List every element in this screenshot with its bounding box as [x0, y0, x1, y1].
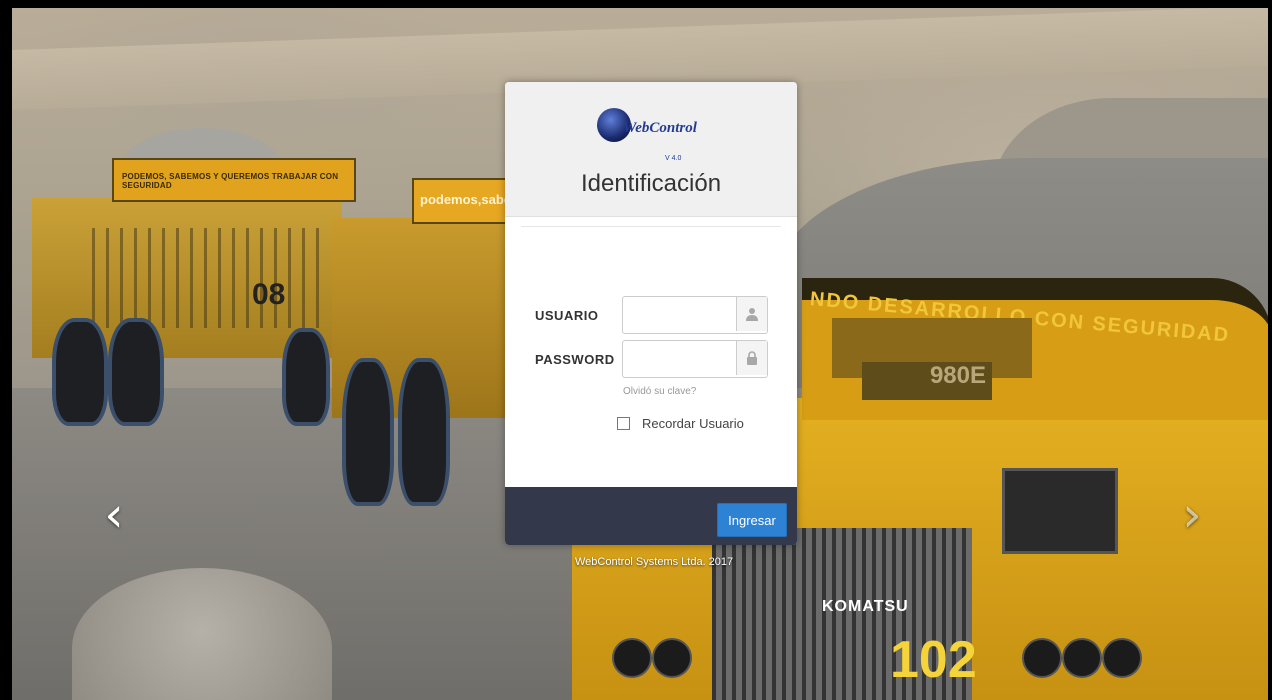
password-input[interactable]	[623, 341, 736, 375]
username-field-group	[622, 296, 768, 334]
logo-version: V 4.0	[665, 155, 682, 162]
copyright-text: WebControl Systems Ltda. 2017	[575, 556, 734, 568]
submit-button[interactable]: Ingresar	[717, 503, 787, 537]
password-row: PASSWORD	[505, 340, 797, 378]
lock-icon	[736, 341, 767, 375]
truck-bed: PODEMOS, SABEMOS Y QUEREMOS TRABAJAR CON…	[112, 158, 356, 202]
login-panel: WebControl V 4.0 Identificación USUARIO …	[505, 82, 797, 545]
truck-model: 980E	[862, 362, 992, 400]
mining-truck-left: PODEMOS, SABEMOS Y QUEREMOS TRABAJAR CON…	[32, 158, 356, 438]
truck-bed-text: PODEMOS, SABEMOS Y QUEREMOS TRABAJAR CON…	[122, 172, 339, 190]
truck-wheel	[108, 318, 164, 426]
truck-headlamp	[612, 638, 652, 678]
truck-headlamp	[1062, 638, 1102, 678]
username-label: USUARIO	[535, 308, 599, 323]
truck-brand: KOMATSU	[822, 598, 909, 615]
remember-user-label: Recordar Usuario	[642, 416, 744, 431]
truck-wheel	[52, 318, 108, 426]
truck-wheel	[282, 328, 330, 426]
header-divider	[521, 226, 781, 227]
carousel-prev-button[interactable]: ‹	[94, 490, 134, 540]
truck-headlamp	[1022, 638, 1062, 678]
carousel-next-button[interactable]: ›	[1172, 490, 1212, 540]
checkbox-box[interactable]	[617, 417, 630, 430]
login-header: WebControl V 4.0 Identificación	[505, 82, 797, 217]
mining-truck-middle: podemos,sabemos	[332, 178, 538, 508]
forgot-password-link[interactable]: Olvidó su clave?	[623, 386, 696, 397]
truck-number: 102	[890, 631, 977, 689]
username-input[interactable]	[623, 297, 736, 331]
login-footer-bar: Ingresar	[505, 487, 797, 545]
truck-number: 08	[252, 278, 286, 311]
chevron-left-icon: ‹	[104, 487, 124, 543]
truck-cab	[1002, 468, 1118, 554]
truck-wheel	[342, 358, 394, 506]
chevron-right-icon: ›	[1182, 487, 1202, 543]
truck-wheel	[398, 358, 450, 506]
truck-headlamp	[652, 638, 692, 678]
truck-railing	[92, 228, 322, 328]
logo-text: WebControl	[623, 120, 697, 136]
username-row: USUARIO	[505, 296, 797, 334]
remember-user-checkbox[interactable]: Recordar Usuario	[617, 416, 744, 431]
password-field-group	[622, 340, 768, 378]
user-icon	[736, 297, 767, 331]
password-label: PASSWORD	[535, 352, 615, 367]
page-title: Identificación	[580, 170, 722, 197]
truck-headlamp	[1102, 638, 1142, 678]
